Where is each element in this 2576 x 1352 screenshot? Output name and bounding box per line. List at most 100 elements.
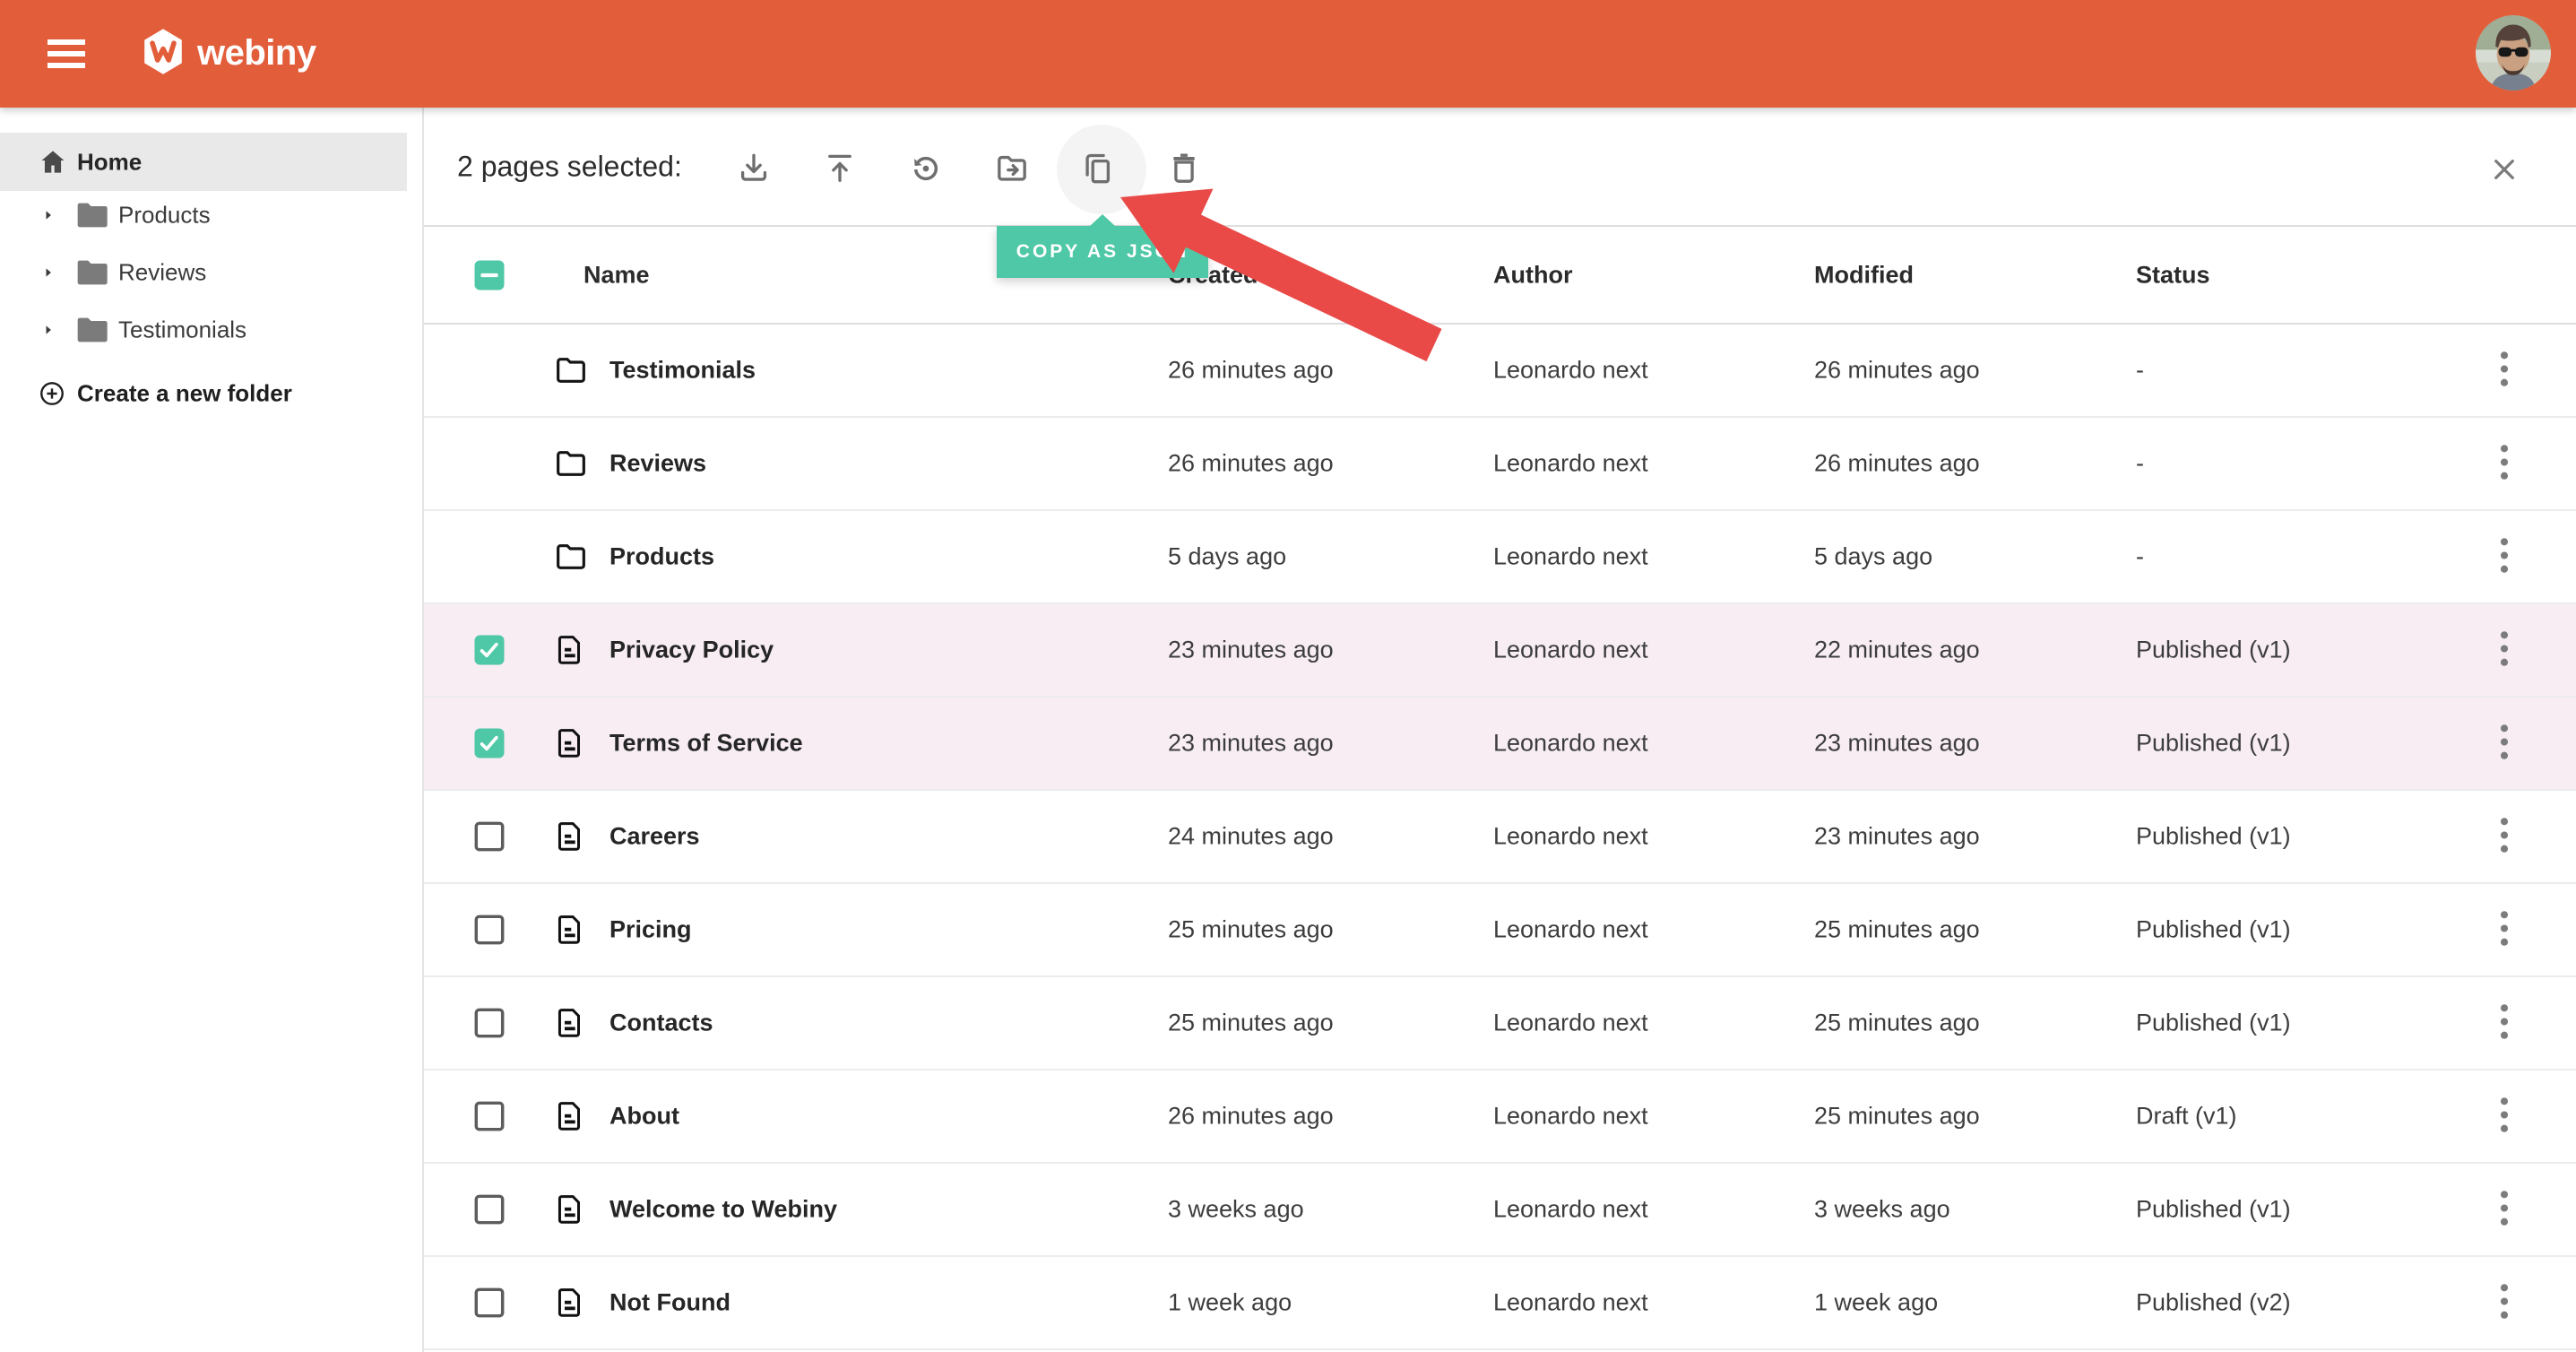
row-name[interactable]: Terms of Service [609,730,803,758]
expand-caret-icon[interactable] [39,321,57,339]
row-menu-button[interactable] [2482,1274,2527,1331]
row-modified: 26 minutes ago [1814,357,1980,385]
restore-button[interactable] [901,144,951,195]
user-avatar[interactable] [2476,15,2551,91]
copy-icon [1079,150,1117,190]
row-created: 3 weeks ago [1168,1196,1304,1224]
row-name[interactable]: Careers [609,823,700,851]
row-checkbox[interactable] [473,1193,506,1226]
row-modified: 5 days ago [1814,543,1932,571]
sidebar-folder-testimonials[interactable]: Testimonials [0,301,407,359]
table-row[interactable]: Testimonials26 minutes agoLeonardo next2… [424,325,2576,418]
column-header-name[interactable]: Name [583,261,650,289]
row-menu-button[interactable] [2482,342,2527,399]
row-menu-button[interactable] [2482,528,2527,585]
table-header: NameCreatedAuthorModifiedStatus [424,227,2576,325]
row-author: Leonardo next [1493,916,1648,944]
row-name[interactable]: Contacts [609,1010,713,1037]
publish-button[interactable] [815,144,865,195]
row-name[interactable]: Privacy Policy [609,637,774,664]
select-all-checkbox[interactable] [473,259,506,291]
column-header-modified[interactable]: Modified [1814,261,1914,289]
row-checkbox[interactable] [473,914,506,946]
table-row[interactable]: Reviews26 minutes agoLeonardo next26 min… [424,418,2576,511]
row-checkbox[interactable] [473,727,506,759]
table-row[interactable]: Careers24 minutes agoLeonardo next23 min… [424,791,2576,884]
row-name[interactable]: Products [609,543,714,571]
kebab-icon [2498,723,2511,765]
row-modified: 25 minutes ago [1814,1103,1980,1131]
table-row[interactable]: Welcome to Webiny 3 weeks ago Leonardo nex… [424,1164,2576,1257]
row-menu-button[interactable] [2482,808,2527,865]
column-header-author[interactable]: Author [1493,261,1572,289]
sort-desc-icon [1267,264,1291,287]
row-menu-button[interactable] [2482,1181,2527,1238]
row-menu-button[interactable] [2482,435,2527,492]
sidebar-folder-reviews[interactable]: Reviews [0,244,407,301]
sidebar-item-home[interactable]: Home [0,133,407,191]
table-row[interactable]: Terms of Service23 minutes agoLeonardo n… [424,698,2576,791]
webiny-logo[interactable]: webiny [142,27,316,79]
row-name[interactable]: Not Found [609,1289,730,1317]
webiny-page-manager: webiny [0,0,2576,1352]
main-content: 2 pages selected: COPY AS JSON NameCreat… [424,108,2576,1352]
copy-button[interactable] [1073,144,1123,195]
create-folder-button[interactable]: Create a new folder [0,369,407,418]
table-row[interactable]: Products5 days agoLeonardo next5 days ag… [424,511,2576,604]
row-name[interactable]: Pricing [609,916,692,944]
kebab-icon [2498,629,2511,672]
row-name[interactable]: About [609,1103,679,1131]
delete-button[interactable] [1159,144,1209,195]
row-menu-button[interactable] [2482,1088,2527,1145]
row-checkbox[interactable] [473,820,506,853]
row-modified: 25 minutes ago [1814,1010,1980,1037]
row-status: Published (v1) [2136,916,2291,944]
row-checkbox[interactable] [473,1100,506,1132]
table-row[interactable]: Privacy Policy23 minutes agoLeonardo nex… [424,604,2576,698]
row-checkbox[interactable] [473,634,506,666]
kebab-icon [2498,350,2511,392]
kebab-icon [2498,1189,2511,1231]
folder-icon [75,315,111,345]
row-author: Leonardo next [1493,1196,1648,1224]
folder-icon [553,539,589,575]
webiny-wordmark: webiny [197,33,316,74]
row-created: 24 minutes ago [1168,823,1334,851]
row-name[interactable]: Testimonials [609,357,756,385]
folder-icon [75,200,111,230]
row-menu-button[interactable] [2482,994,2527,1052]
row-checkbox[interactable] [473,1007,506,1039]
sidebar: Home Products Reviews Testimonials Create … [0,108,424,1352]
menu-icon[interactable] [41,29,91,79]
expand-caret-icon[interactable] [39,206,57,224]
row-name[interactable]: Welcome to Webiny [609,1196,837,1224]
close-x-icon [2490,155,2519,184]
download-button[interactable] [729,144,779,195]
row-status: Published (v1) [2136,730,2291,758]
row-menu-button[interactable] [2482,715,2527,772]
folder-icon [553,352,589,388]
sidebar-folder-products[interactable]: Products [0,186,407,244]
close-icon[interactable] [2479,144,2529,195]
sidebar-folder-label: Reviews [118,259,206,287]
avatar-photo [2476,15,2551,91]
row-modified: 23 minutes ago [1814,730,1980,758]
kebab-icon [2498,1002,2511,1044]
sidebar-folder-label: Testimonials [118,316,246,344]
table-row[interactable]: Not Found1 week agoLeonardo next1 week a… [424,1257,2576,1350]
row-name[interactable]: Reviews [609,450,706,478]
expand-caret-icon[interactable] [39,264,57,282]
move-button[interactable] [987,144,1037,195]
sidebar-folder-label: Products [118,202,211,230]
row-created: 25 minutes ago [1168,916,1334,944]
row-menu-button[interactable] [2482,901,2527,958]
column-header-status[interactable]: Status [2136,261,2210,289]
row-checkbox[interactable] [473,1287,506,1319]
table-row[interactable]: Contacts25 minutes agoLeonardo next25 mi… [424,977,2576,1070]
row-menu-button[interactable] [2482,621,2527,679]
row-status: - [2136,357,2144,385]
table-row[interactable]: Pricing25 minutes agoLeonardo next25 min… [424,884,2576,977]
row-checkbox [473,541,506,573]
create-folder-label: Create a new folder [77,380,292,408]
table-row[interactable]: About26 minutes agoLeonardo next25 minut… [424,1070,2576,1164]
